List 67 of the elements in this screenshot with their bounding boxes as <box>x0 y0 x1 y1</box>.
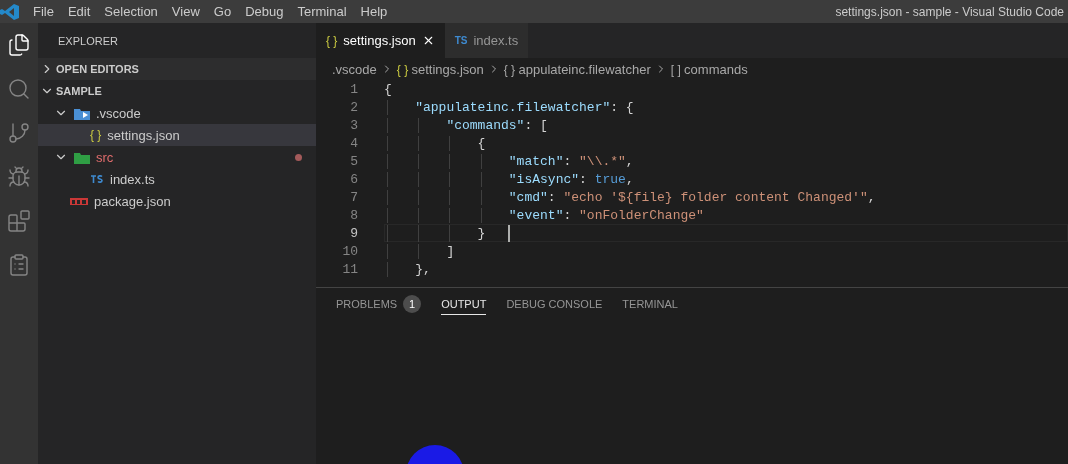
code-line: "event": "onFolderChange" <box>384 207 704 223</box>
panel-tab[interactable]: TERMINAL <box>622 291 678 315</box>
typescript-icon <box>90 174 104 184</box>
code-line: "match": "\\.*", <box>384 153 634 169</box>
line-number: 8 <box>349 207 358 223</box>
explorer-folder[interactable]: src <box>38 146 316 168</box>
section-header[interactable]: SAMPLE <box>38 80 316 102</box>
window-title: settings.json - sample - Visual Studio Code <box>835 4 1064 19</box>
count-badge: 1 <box>403 294 422 313</box>
code-line: }, <box>384 261 431 277</box>
line-number: 2 <box>349 99 358 115</box>
line-number: 5 <box>349 153 358 169</box>
line-number: 7 <box>349 189 358 205</box>
line-number: 6 <box>349 171 358 187</box>
search-icon[interactable] <box>7 77 31 101</box>
explorer-entry[interactable]: index.ts <box>38 168 316 190</box>
line-number: 9 <box>349 225 358 241</box>
breadcrumb-item[interactable]: .vscode <box>332 61 377 77</box>
code-line: "cmd": "echo '${file} folder content Changed'", <box>384 189 876 205</box>
sidebar-title: EXPLORER <box>57 33 119 49</box>
code-line: "commands": [ <box>384 117 548 133</box>
git-icon[interactable] <box>7 121 31 145</box>
braces-icon: { } <box>90 128 102 142</box>
editor-tab[interactable]: { } settings.json <box>316 23 445 58</box>
text-cursor <box>508 224 511 242</box>
panel-tab[interactable]: DEBUG CONSOLE <box>506 291 603 315</box>
status-dot <box>295 153 302 161</box>
breadcrumb-item[interactable]: { } appulateinc.filewatcher <box>503 61 651 77</box>
line-number: 11 <box>341 261 358 277</box>
menu-item[interactable]: File <box>26 4 61 19</box>
files-icon[interactable] <box>7 33 31 57</box>
breadcrumb-item[interactable]: [ ] commands <box>670 61 748 77</box>
menu-item[interactable]: Terminal <box>290 4 354 19</box>
breadcrumb-item[interactable]: { } settings.json <box>396 61 484 77</box>
menu-item[interactable]: Go <box>206 4 239 19</box>
section-label: OPEN EDITORS <box>56 63 139 75</box>
menu-item[interactable]: Selection <box>97 4 165 19</box>
menu-item[interactable]: Debug <box>238 4 291 19</box>
explorer-entry[interactable]: { } settings.json <box>38 124 316 146</box>
code-line: { <box>384 81 392 97</box>
click-indicator <box>406 445 464 464</box>
code-line: "appulateinc.filewatcher": { <box>384 99 634 115</box>
extensions-icon[interactable] <box>7 209 31 233</box>
npm-icon <box>70 197 88 205</box>
folder-icon <box>74 150 90 164</box>
explorer-folder[interactable]: .vscode <box>38 102 316 124</box>
editor-tab[interactable]: TS index.ts <box>444 23 529 58</box>
debug-icon[interactable] <box>7 165 31 189</box>
line-number: 3 <box>349 117 358 133</box>
code-line: ] <box>384 243 455 259</box>
explorer-entry[interactable]: package.json <box>38 190 316 212</box>
app-logo <box>0 2 20 21</box>
line-number: 4 <box>349 135 358 151</box>
tasks-icon[interactable] <box>7 253 31 277</box>
panel-tab[interactable]: OUTPUT <box>441 291 487 315</box>
line-number: 1 <box>349 81 358 97</box>
menu-item[interactable]: View <box>164 4 207 19</box>
section-label: SAMPLE <box>56 85 102 97</box>
code-line: "isAsync": true, <box>384 171 634 187</box>
line-number: 10 <box>341 243 358 259</box>
section-header[interactable]: OPEN EDITORS <box>38 58 316 80</box>
code-line: { <box>384 135 486 151</box>
panel-tab[interactable]: PROBLEMS 1 <box>336 288 422 318</box>
menu-item[interactable]: Edit <box>60 4 98 19</box>
folder-icon <box>74 106 90 120</box>
menu-item[interactable]: Help <box>353 4 395 19</box>
code-line: } <box>384 224 511 242</box>
